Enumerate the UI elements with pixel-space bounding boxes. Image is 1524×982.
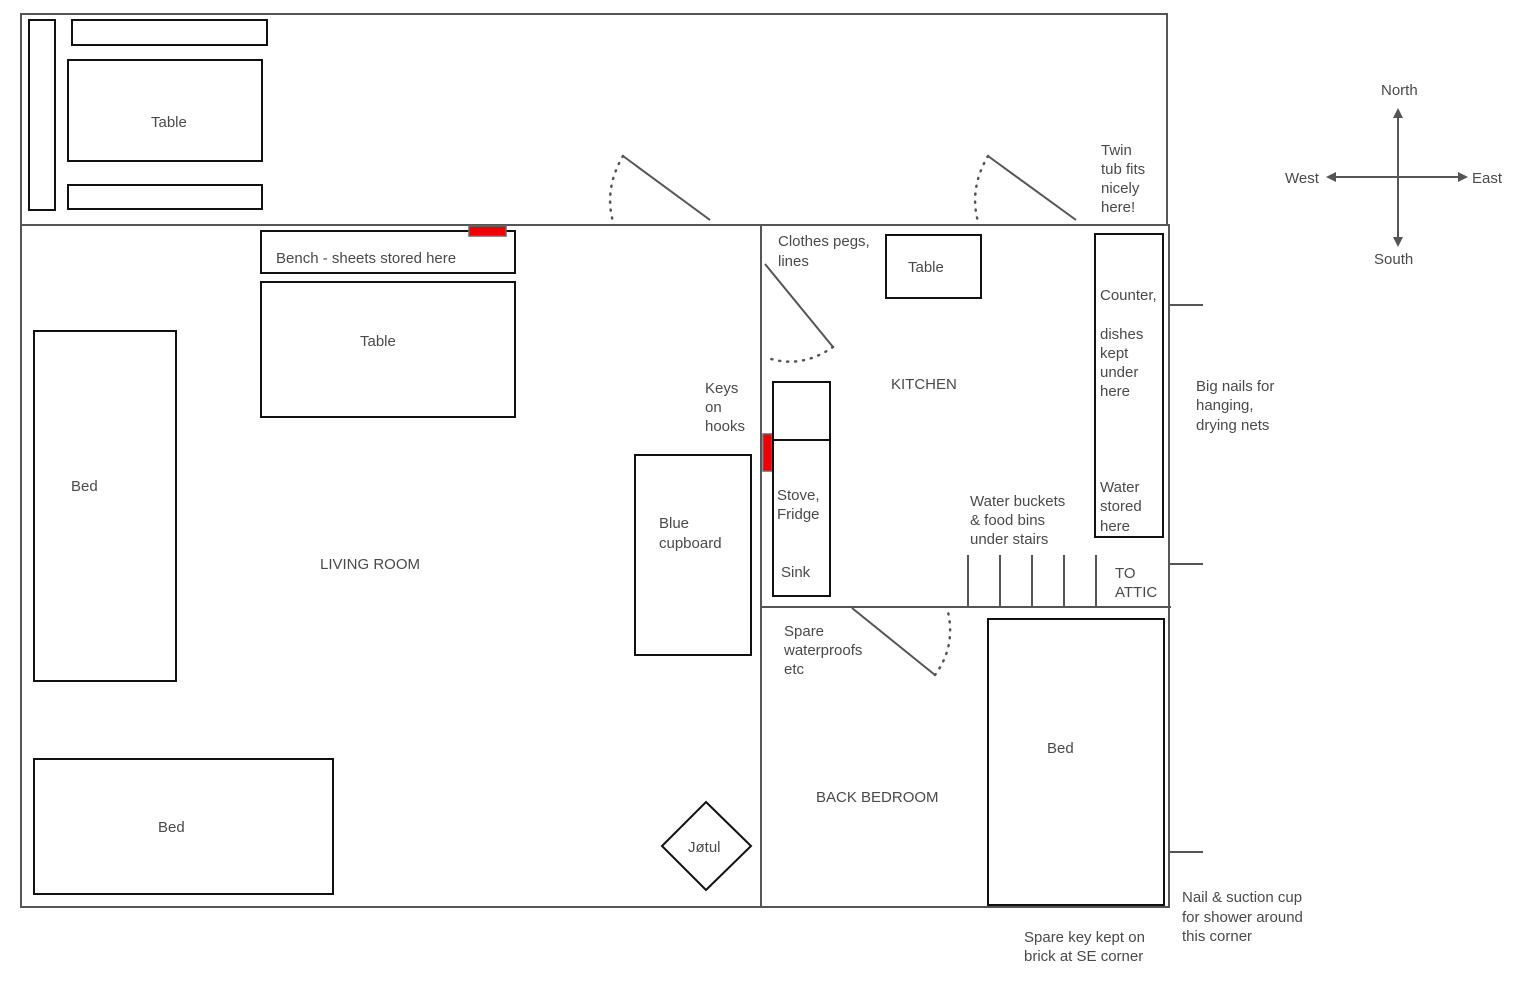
water-label-2: stored bbox=[1100, 498, 1142, 515]
compass-north: North bbox=[1381, 82, 1418, 99]
shower-label-2: for shower around bbox=[1182, 909, 1303, 926]
spare-key-label-1: Spare key kept on bbox=[1024, 929, 1145, 946]
blue-cupboard bbox=[634, 454, 752, 656]
compass-south: South bbox=[1374, 251, 1413, 268]
waterproofs-label-3: etc bbox=[784, 661, 805, 678]
door-living-room bbox=[608, 154, 711, 227]
waterproofs-label-2: waterproofs bbox=[783, 642, 862, 659]
nails-label-2: hanging, bbox=[1196, 397, 1254, 414]
kitchen-label: KITCHEN bbox=[891, 376, 957, 393]
porch-bench-south bbox=[67, 184, 263, 210]
back-bedroom-bed bbox=[987, 618, 1165, 906]
buckets-label-3: under stairs bbox=[970, 531, 1048, 548]
porch-bench-west bbox=[28, 19, 56, 211]
compass: North South East West bbox=[1285, 82, 1503, 268]
twin-tub-label-4: here! bbox=[1101, 199, 1135, 216]
shower-label-3: this corner bbox=[1182, 928, 1252, 945]
bed-south-label: Bed bbox=[158, 819, 185, 836]
jotul-label: Jøtul bbox=[688, 839, 721, 856]
porch-table-label: Table bbox=[151, 114, 187, 131]
door-kitchen bbox=[973, 154, 1077, 227]
keys-label-1: Keys bbox=[705, 380, 738, 397]
counter-label-4: kept bbox=[1100, 345, 1129, 362]
door-kitchen-to-living bbox=[763, 263, 835, 363]
counter-label-3: dishes bbox=[1100, 326, 1143, 343]
twin-tub-label-1: Twin bbox=[1101, 142, 1132, 159]
keys-label-3: hooks bbox=[705, 418, 745, 435]
keys-label-2: on bbox=[705, 399, 722, 416]
back-bed-label: Bed bbox=[1047, 740, 1074, 757]
back-bedroom-label: BACK BEDROOM bbox=[816, 789, 939, 806]
bench-label: Bench - sheets stored here bbox=[276, 250, 456, 267]
twin-tub-label-3: nicely bbox=[1101, 180, 1140, 197]
sink-label: Sink bbox=[781, 564, 811, 581]
key-hooks-marker bbox=[762, 433, 773, 472]
water-label-3: here bbox=[1100, 518, 1130, 535]
compass-east: East bbox=[1472, 170, 1503, 187]
stairs bbox=[967, 555, 1097, 607]
waterproofs-label-1: Spare bbox=[784, 623, 824, 640]
water-label-1: Water bbox=[1100, 479, 1139, 496]
compass-west: West bbox=[1285, 170, 1320, 187]
living-table-label: Table bbox=[360, 333, 396, 350]
twin-tub-label-2: tub fits bbox=[1101, 161, 1145, 178]
buckets-label-1: Water buckets bbox=[970, 493, 1065, 510]
attic-label-1: TO bbox=[1115, 565, 1136, 582]
porch-bench-north bbox=[71, 19, 268, 46]
floor-plan: Table Bench - sheets stored here Table B… bbox=[20, 13, 1503, 965]
hook-marker-north bbox=[468, 225, 507, 237]
clothes-label-1: Clothes pegs, bbox=[778, 233, 870, 250]
bed-west-label: Bed bbox=[71, 478, 98, 495]
attic-label-2: ATTIC bbox=[1115, 584, 1157, 601]
cupboard-label-2: cupboard bbox=[659, 535, 722, 552]
counter-label-5: under bbox=[1100, 364, 1138, 381]
living-room-label: LIVING ROOM bbox=[320, 556, 420, 573]
stove-label-1: Stove, bbox=[777, 487, 820, 504]
clothes-label-2: lines bbox=[778, 253, 809, 270]
cupboard-label-1: Blue bbox=[659, 515, 689, 532]
buckets-label-2: & food bins bbox=[970, 512, 1045, 529]
nails-label-1: Big nails for bbox=[1196, 378, 1274, 395]
shower-label-1: Nail & suction cup bbox=[1182, 889, 1302, 906]
door-back-bedroom bbox=[851, 606, 952, 677]
counter-label-6: here bbox=[1100, 383, 1130, 400]
bed-west bbox=[33, 330, 177, 682]
kitchen-table-label: Table bbox=[908, 259, 944, 276]
stove-unit bbox=[772, 381, 831, 441]
porch-table bbox=[67, 59, 263, 162]
nails-label-3: drying nets bbox=[1196, 417, 1269, 434]
stove-label-2: Fridge bbox=[777, 506, 820, 523]
spare-key-label-2: brick at SE corner bbox=[1024, 948, 1143, 965]
counter-label-1: Counter, bbox=[1100, 287, 1157, 304]
